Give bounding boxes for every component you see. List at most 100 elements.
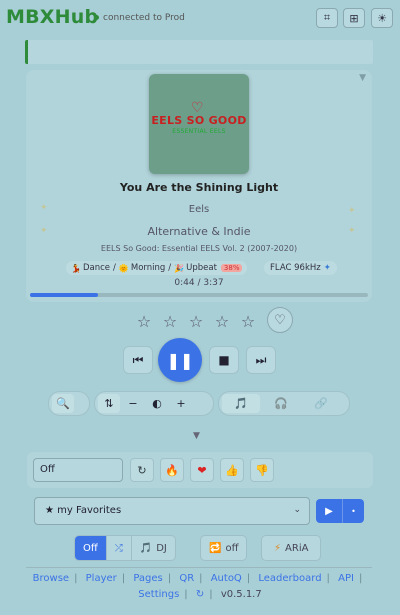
headphones-button[interactable]: 🎧 [262,394,300,413]
footer-divider [26,567,372,568]
music-note-icon: 🎵 [139,542,153,554]
fire-icon: 🔥 [165,463,179,477]
lightning-icon: ⚡ [274,542,282,554]
search-icon: 🔍 [56,397,70,410]
search-group: 🔍 [48,391,90,416]
quality-badge: FLAC 96kHz ✦ [264,261,337,275]
star-1-icon[interactable]: ☆ [131,312,157,331]
star-rating[interactable]: ☆ ☆ ☆ ☆ ☆ [131,312,261,331]
heart-outline-icon: ♡ [274,312,286,328]
mode-off-button[interactable]: Off [75,536,106,560]
footer-separator: | [358,573,363,584]
aria-label: ARiA [285,542,309,554]
shuffle-button[interactable]: ⤮ [105,536,131,560]
playlist-play-button[interactable]: ▶ [316,499,342,523]
tag-upbeat: Upbeat [186,263,217,273]
app-logo: MBXHub [6,6,99,28]
chevron-down-icon: ⌄ [293,505,301,515]
album-art-subtitle: ESSENTIAL EELS [172,128,226,135]
tag-separator: / [113,263,116,273]
dj-label: DJ [156,542,167,554]
sun-icon: 🌞 [118,263,129,273]
energy-badge: 38% [220,264,243,272]
previous-button[interactable]: ⏮ [123,346,153,374]
stop-button[interactable]: ■ [209,346,239,374]
search-button[interactable]: 🔍 [52,394,74,413]
footer-second-row: Settings | ↻ | v0.5.1.7 [0,587,400,603]
star-2-icon[interactable]: ☆ [157,312,183,331]
volume-up-button[interactable]: + [170,394,192,413]
plus-icon: + [176,397,186,410]
link-icon: 🔗 [314,397,328,410]
dj-mode-button[interactable]: 🎵 DJ [130,536,175,560]
album-art[interactable]: ♡ EELS SO GOOD ESSENTIAL EELS [149,74,249,174]
minus-icon: − [128,397,138,410]
qr-scan-button[interactable]: ⌗ [316,8,338,28]
mode-group: Off ⤮ 🎵 DJ [74,535,176,561]
more-icon: • [351,506,356,516]
next-icon: ⏭ [255,352,267,367]
refresh-button[interactable]: ↻ [130,458,154,482]
grid-view-button[interactable]: ⊞ [343,8,365,28]
repeat-label: off [225,542,239,554]
tag-separator: / [168,263,172,273]
footer-link-player[interactable]: Player [86,573,117,584]
next-button[interactable]: ⏭ [246,346,276,374]
link-button[interactable]: 🔗 [302,394,340,413]
footer-link-qr[interactable]: QR [179,573,194,584]
app-header: MBXHub connected to Prod ⌗ ⊞ ☀ [0,0,400,36]
thumbs-up-icon: 👍 [225,463,239,477]
tag-morning: Morning [130,263,166,273]
quality-label: FLAC 96kHz [270,263,321,273]
expand-chevron-icon[interactable]: ▼ [193,431,200,441]
track-artist[interactable]: Eels [26,204,372,215]
fire-button[interactable]: 🔥 [160,458,184,482]
refresh-icon: ↻ [137,463,147,477]
mode-off-label: Off [83,542,98,554]
footer-link-autoq[interactable]: AutoQ [211,573,242,584]
volume-level-icon: ◐ [152,397,162,410]
footer-link-api[interactable]: API [338,573,354,584]
star-3-icon[interactable]: ☆ [183,312,209,331]
star-4-icon[interactable]: ☆ [209,312,235,331]
footer-separator: | [74,573,78,584]
music-button[interactable]: 🎵 [222,394,260,413]
track-album[interactable]: EELS So Good: Essential EELS Vol. 2 (200… [26,244,372,253]
app-version: v0.5.1.7 [220,589,262,600]
footer-link-pages[interactable]: Pages [133,573,162,584]
track-genre[interactable]: Alternative & Indie [26,225,372,238]
volume-down-button[interactable]: − [122,394,144,413]
playlist-select[interactable]: ★ my Favorites ⌄ [34,497,310,525]
heart-button[interactable]: ❤ [190,458,214,482]
mood-panel: Off ↻ 🔥 ❤ 👍 👎 [27,452,373,488]
play-pause-button[interactable]: ❚❚ [158,338,202,382]
footer-link-browse[interactable]: Browse [33,573,69,584]
playback-time: 0:44 / 3:37 [174,278,224,288]
star-5-icon[interactable]: ☆ [235,312,261,331]
footer-link-leaderboard[interactable]: Leaderboard [258,573,321,584]
theme-toggle-button[interactable]: ☀ [371,8,393,28]
sparkle-icon: ✦ [323,263,331,273]
volume-group: ⇅ − ◐ + [94,391,214,416]
footer-separator: | [246,573,251,584]
thumbs-up-button[interactable]: 👍 [220,458,244,482]
progress-bar[interactable] [30,293,368,297]
repeat-button[interactable]: 🔁 off [201,536,246,560]
footer-links-row: Browse | Player | Pages | QR | AutoQ | Leader… [0,571,400,587]
collapse-icon[interactable]: ▼ [359,73,366,83]
music-note-icon: 🎵 [234,397,248,410]
love-button[interactable]: ♡ [267,307,293,333]
mood-mode-input[interactable]: Off [33,458,123,482]
volume-toggle-button[interactable]: ⇅ [98,394,120,413]
refresh-icon[interactable]: ↻ [196,589,204,600]
footer-link-settings[interactable]: Settings [138,589,179,600]
aria-button[interactable]: ⚡ ARiA [262,536,320,560]
headphones-icon: 🎧 [274,397,288,410]
output-group: 🎵 🎧 🔗 [218,391,350,416]
footer-separator: | [121,573,126,584]
thumbs-down-button[interactable]: 👎 [250,458,274,482]
mood-tags[interactable]: 💃 Dance / 🌞 Morning / 🎉 Upbeat 38% [66,261,248,275]
volume-level-button[interactable]: ◐ [146,394,168,413]
playlist-more-button[interactable]: • [342,499,364,523]
heart-icon: ❤ [197,463,207,477]
